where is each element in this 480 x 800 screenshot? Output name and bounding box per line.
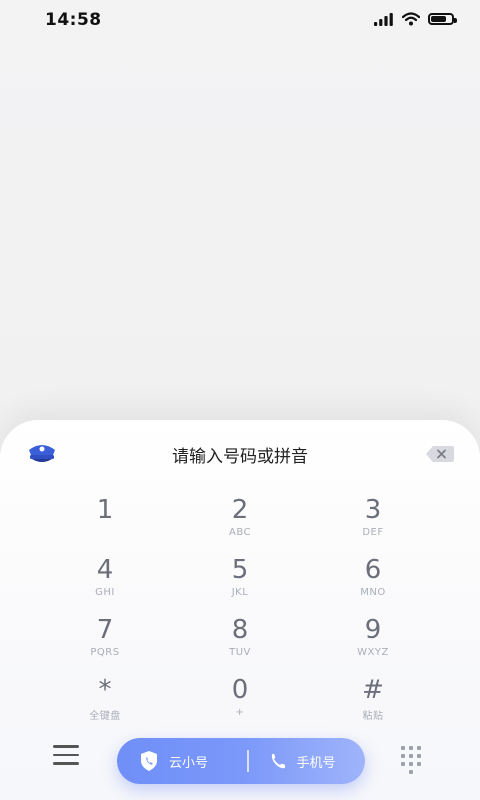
key-digit: 2 [231,495,249,525]
key-hash[interactable]: # 粘贴 [318,675,428,730]
key-letters: 粘贴 [362,711,384,722]
key-3[interactable]: 3 DEF [318,495,428,550]
dial-panel: 请输入号码或拼音 1 2 ABC 3 DEF 4 GHI 5 JKL 6 MNO [0,420,480,800]
backspace-icon[interactable] [425,445,455,463]
key-star[interactable]: * 全键盘 [50,675,160,730]
cloud-number-label: 云小号 [169,755,209,771]
key-digit: 4 [96,555,114,585]
key-letters: 全键盘 [89,711,121,722]
dial-header: 请输入号码或拼音 [0,436,480,472]
dialpad-icon[interactable] [398,743,432,777]
key-digit: 5 [231,555,249,585]
key-5[interactable]: 5 JKL [185,555,295,610]
key-digit: 6 [364,555,382,585]
key-digit: # [362,675,384,705]
key-4[interactable]: 4 GHI [50,555,160,610]
signal-icon [374,12,393,26]
key-letters: ABC [228,527,251,538]
status-icons [374,12,457,26]
key-letters: MNO [360,587,386,598]
key-0[interactable]: 0 + [185,675,295,730]
menu-icon[interactable] [53,745,79,765]
call-button-group: 云小号 手机号 [117,738,365,784]
key-digit: 3 [364,495,382,525]
key-1[interactable]: 1 [50,495,160,550]
cloud-number-call-button[interactable]: 云小号 [117,738,239,784]
key-7[interactable]: 7 PQRS [50,615,160,670]
key-digit: 1 [96,495,114,525]
phone-number-call-button[interactable]: 手机号 [263,738,336,784]
key-letters: WXYZ [357,647,389,658]
key-8[interactable]: 8 TUV [185,615,295,670]
status-time: 14:58 [45,10,102,30]
key-letters: JKL [231,587,249,598]
key-letters: + [235,707,245,718]
call-divider [247,750,249,772]
key-digit: * [98,675,112,705]
key-letters: PQRS [90,647,120,658]
status-bar: 14:58 [0,0,480,40]
key-letters: TUV [229,647,251,658]
key-digit: 0 [231,675,249,705]
shield-phone-icon [141,751,157,771]
number-input[interactable]: 请输入号码或拼音 [0,442,480,467]
phone-number-label: 手机号 [296,755,336,771]
key-digit: 7 [96,615,114,645]
phone-icon [271,754,285,769]
key-2[interactable]: 2 ABC [185,495,295,550]
key-6[interactable]: 6 MNO [318,555,428,610]
key-digit: 8 [231,615,249,645]
wifi-icon [402,12,420,26]
key-letters: DEF [362,527,384,538]
key-9[interactable]: 9 WXYZ [318,615,428,670]
key-letters: GHI [95,587,115,598]
battery-icon [428,13,457,25]
key-digit: 9 [364,615,382,645]
